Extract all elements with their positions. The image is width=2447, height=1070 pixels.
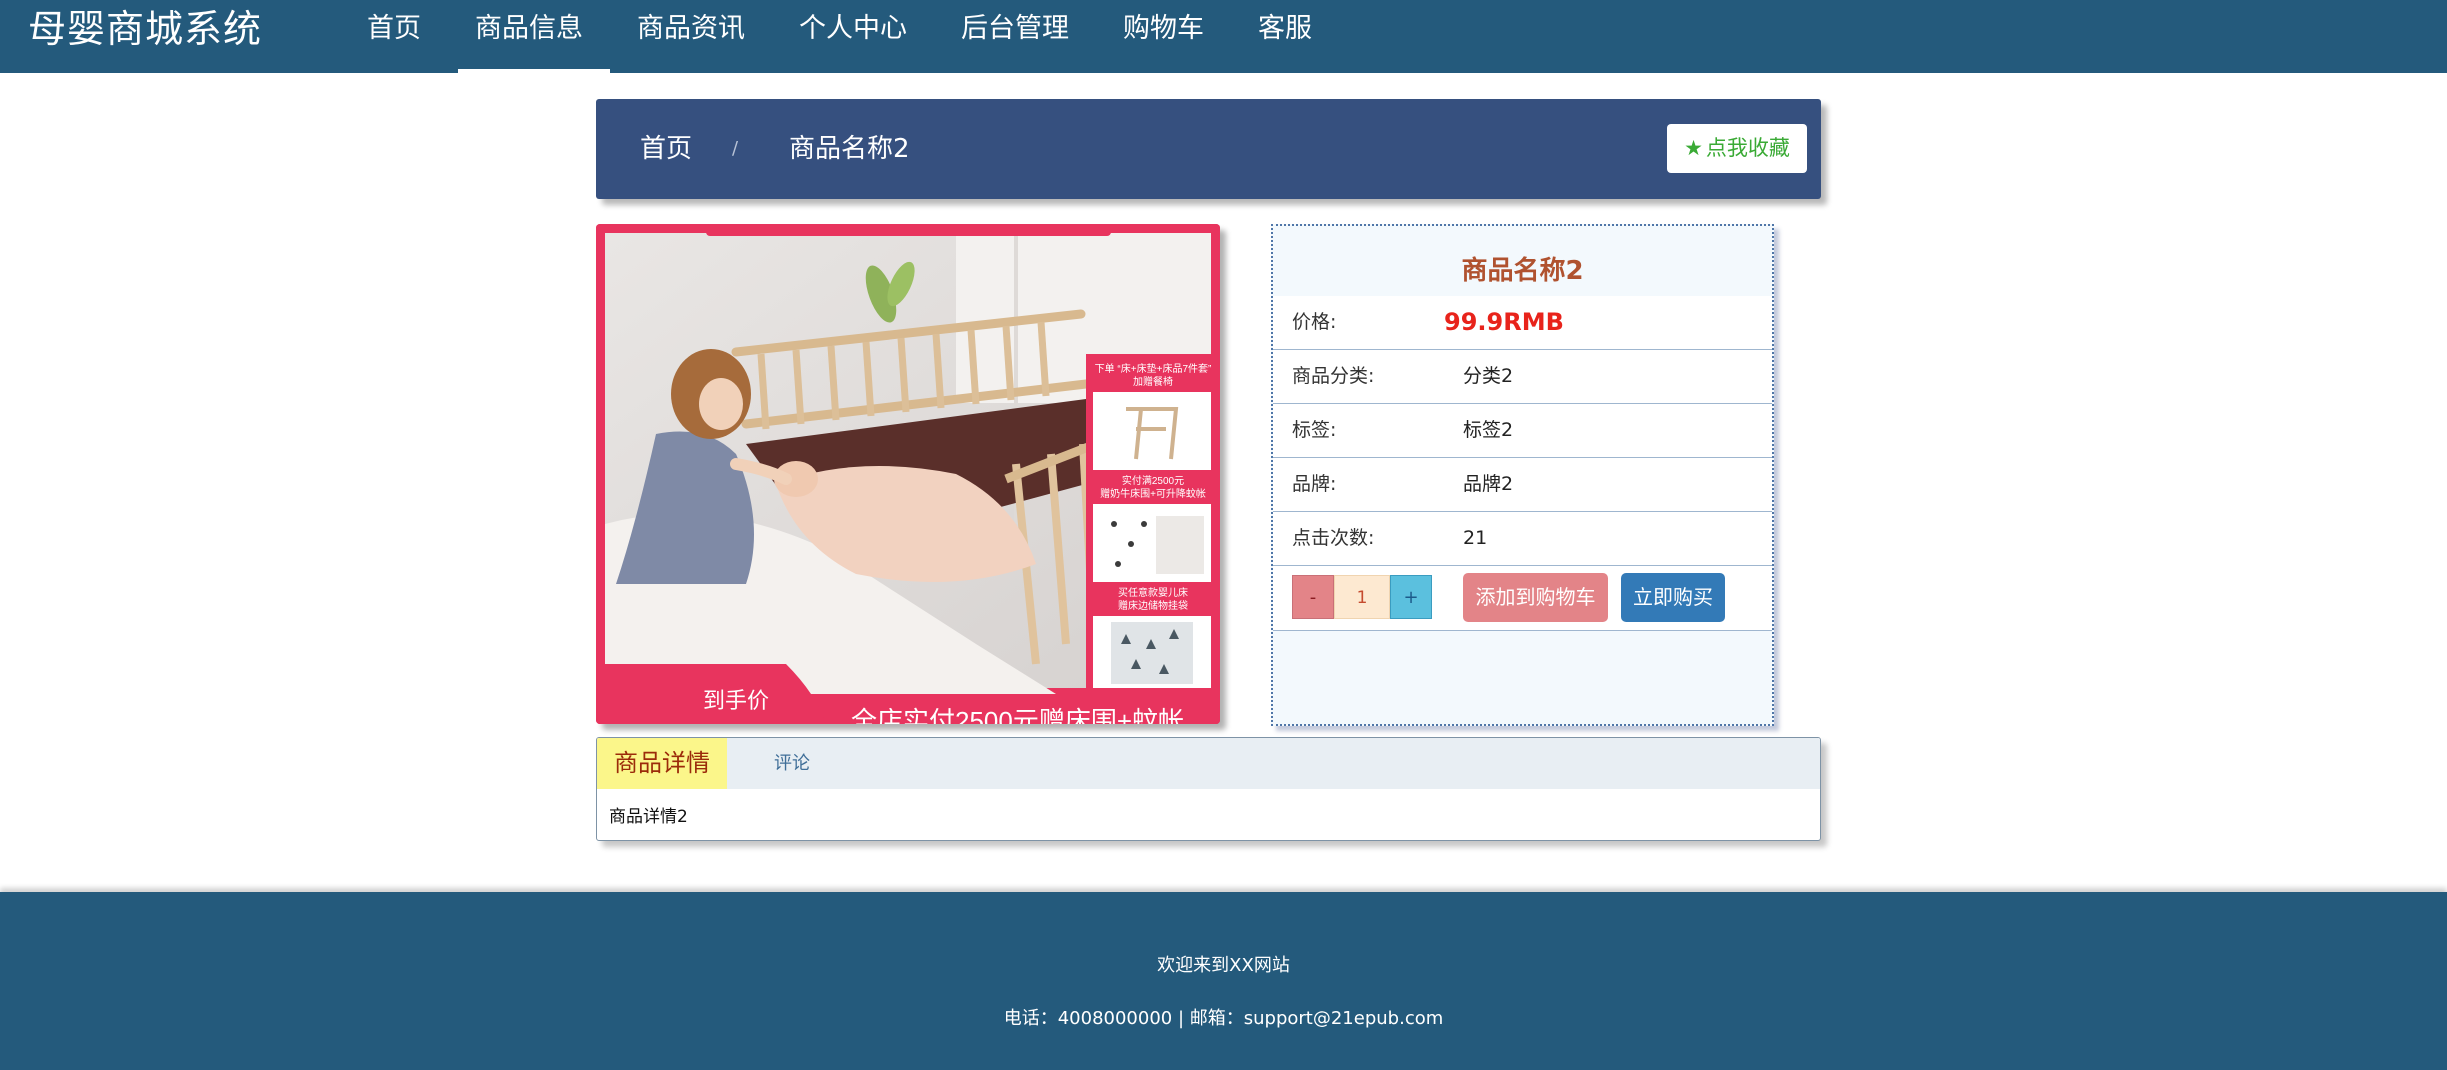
nav-item-cart[interactable]: 购物车 bbox=[1096, 0, 1231, 58]
clicks-row: 点击次数: 21 bbox=[1273, 512, 1772, 566]
breadcrumb: 首页 / 商品名称2 ★ 点我收藏 bbox=[596, 99, 1821, 199]
breadcrumb-separator: / bbox=[732, 138, 739, 159]
add-to-cart-button[interactable]: 添加到购物车 bbox=[1463, 573, 1608, 622]
footer-contact: 电话：4008000000 | 邮箱：support@21epub.com bbox=[1003, 1008, 1444, 1029]
nav-item-home[interactable]: 首页 bbox=[340, 0, 448, 58]
clicks-label: 点击次数: bbox=[1292, 527, 1375, 549]
footer-welcome: 欢迎来到XX网站 bbox=[1157, 955, 1290, 976]
top-nav-bar: 母婴商城系统 首页 商品信息 商品资讯 个人中心 后台管理 购物车 客服 bbox=[0, 0, 2447, 73]
product-tabs: 商品详情 评论 商品详情2 bbox=[596, 737, 1821, 841]
main-nav: 首页 商品信息 商品资讯 个人中心 后台管理 购物车 客服 bbox=[340, 0, 1339, 73]
price-row: 价格: 99.9RMB bbox=[1273, 296, 1772, 350]
product-image[interactable]: 下单 “床+床垫+床品7件套” 加赠餐椅 实付满2500元 赠奶牛床围+可升降蚊… bbox=[596, 224, 1220, 724]
promo-price-label: 到手价 bbox=[703, 688, 769, 713]
quantity-increase-button[interactable]: + bbox=[1390, 575, 1432, 619]
promo-text-2: 加赠餐椅 bbox=[1133, 375, 1173, 388]
category-row: 商品分类: 分类2 bbox=[1273, 350, 1772, 404]
quantity-decrease-button[interactable]: - bbox=[1292, 575, 1334, 619]
favorite-button-label: 点我收藏 bbox=[1705, 136, 1790, 160]
nav-item-admin[interactable]: 后台管理 bbox=[934, 0, 1096, 58]
price-label: 价格: bbox=[1292, 311, 1337, 333]
brand-value: 品牌2 bbox=[1463, 473, 1514, 495]
site-brand[interactable]: 母婴商城系统 bbox=[28, 0, 262, 58]
favorite-button[interactable]: ★ 点我收藏 bbox=[1667, 124, 1807, 173]
tab-comments[interactable]: 评论 bbox=[774, 738, 810, 789]
promo-text-1: 下单 “床+床垫+床品7件套” bbox=[1095, 362, 1212, 375]
nav-item-service[interactable]: 客服 bbox=[1231, 0, 1339, 58]
footer: 欢迎来到XX网站 电话：4008000000 | 邮箱：support@21ep… bbox=[0, 892, 2447, 1070]
brand-row: 品牌: 品牌2 bbox=[1273, 458, 1772, 512]
tag-row: 标签: 标签2 bbox=[1273, 404, 1772, 458]
product-name: 商品名称2 bbox=[1461, 256, 1584, 286]
tab-header: 商品详情 评论 bbox=[597, 738, 1820, 789]
nav-item-news[interactable]: 商品资讯 bbox=[610, 0, 772, 58]
breadcrumb-current: 商品名称2 bbox=[789, 134, 910, 164]
category-value: 分类2 bbox=[1463, 365, 1514, 387]
tab-product-detail[interactable]: 商品详情 bbox=[597, 738, 727, 789]
purchase-row: - 1 + 添加到购物车 立即购买 bbox=[1273, 566, 1772, 631]
nav-item-products[interactable]: 商品信息 bbox=[448, 0, 610, 73]
promo-text-5: 买任意款婴儿床 bbox=[1118, 586, 1188, 599]
promo-text-3: 实付满2500元 bbox=[1122, 474, 1184, 487]
tag-value: 标签2 bbox=[1463, 419, 1514, 441]
breadcrumb-home-link[interactable]: 首页 bbox=[640, 99, 692, 199]
tab-content: 商品详情2 bbox=[609, 807, 688, 827]
clicks-value: 21 bbox=[1463, 527, 1488, 549]
category-label: 商品分类: bbox=[1292, 365, 1375, 387]
nav-item-profile[interactable]: 个人中心 bbox=[772, 0, 934, 58]
promo-bottom-text: 全店实付2500元赠床围+蚊帐 bbox=[851, 706, 1184, 724]
tag-label: 标签: bbox=[1292, 419, 1337, 441]
quantity-input[interactable]: 1 bbox=[1334, 575, 1390, 619]
promo-text-6: 赠床边储物挂袋 bbox=[1118, 599, 1188, 612]
product-info-panel: 商品名称2 价格: 99.9RMB 商品分类: 分类2 标签: 标签2 品牌: … bbox=[1271, 224, 1774, 726]
promo-text-4: 赠奶牛床围+可升降蚊帐 bbox=[1100, 487, 1206, 500]
buy-now-button[interactable]: 立即购买 bbox=[1621, 573, 1725, 622]
star-icon: ★ bbox=[1684, 136, 1703, 160]
price-value: 99.9RMB bbox=[1444, 308, 1564, 336]
brand-label: 品牌: bbox=[1292, 473, 1337, 495]
